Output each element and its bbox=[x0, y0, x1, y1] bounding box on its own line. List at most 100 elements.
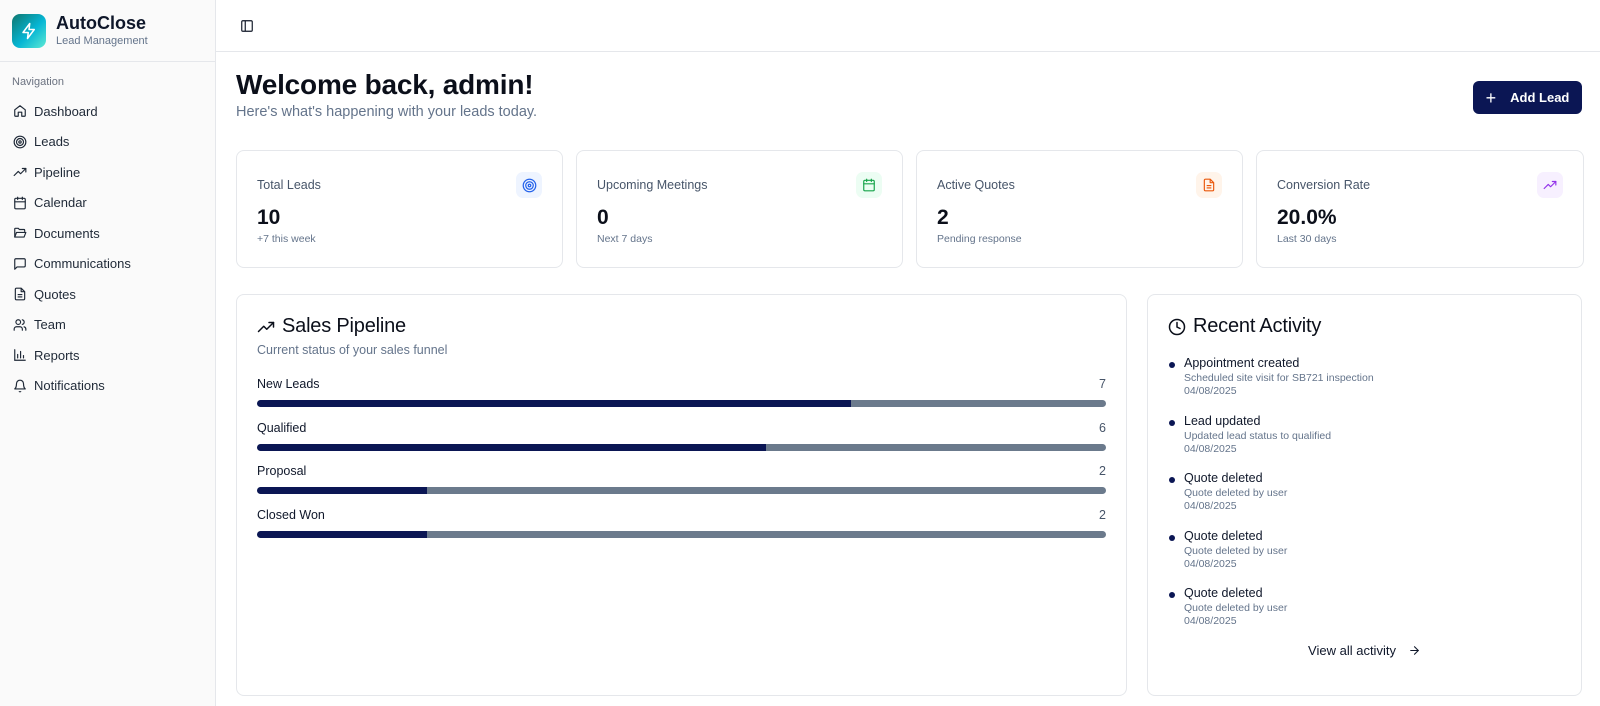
card-title: Recent Activity bbox=[1168, 315, 1321, 338]
sidebar-item-leads[interactable]: Leads bbox=[0, 127, 215, 158]
target-icon bbox=[13, 135, 27, 149]
sidebar-item-label: Notifications bbox=[34, 378, 105, 394]
stat-label: Total Leads bbox=[257, 178, 321, 192]
activity-item-date: 04/08/2025 bbox=[1184, 557, 1237, 570]
activity-item-title: Lead updated bbox=[1184, 413, 1261, 428]
stat-subtext: Pending response bbox=[937, 233, 1022, 245]
bullet-dot bbox=[1169, 419, 1175, 426]
progress-bar bbox=[257, 487, 1106, 494]
main-content: Welcome back, admin! Here's what's happe… bbox=[216, 52, 1600, 706]
sidebar-item-label: Dashboard bbox=[34, 103, 98, 119]
sidebar-item-team[interactable]: Team bbox=[0, 310, 215, 341]
file-text-icon bbox=[1196, 172, 1222, 198]
activity-title: Recent Activity bbox=[1193, 315, 1322, 337]
progress-bar bbox=[257, 530, 1106, 538]
activity-item-description: Quote deleted by user bbox=[1184, 487, 1288, 499]
sidebar-item-documents[interactable]: Documents bbox=[0, 218, 215, 249]
bullet-dot bbox=[1169, 534, 1175, 541]
pipeline-title: Sales Pipeline bbox=[282, 315, 406, 337]
bullet-dot bbox=[1169, 592, 1175, 598]
home-icon bbox=[14, 105, 26, 118]
sidebar-item-label: Quotes bbox=[34, 286, 76, 302]
sidebar-item-reports[interactable]: Reports bbox=[0, 340, 215, 371]
stat-card-upcoming-meetings: Upcoming Meetings 0 Next 7 days bbox=[576, 150, 903, 268]
activity-item: Appointment created Scheduled site visit… bbox=[1168, 356, 1374, 414]
bullet-dot bbox=[1169, 362, 1175, 368]
stat-card-active-quotes: Active Quotes 2 Pending response bbox=[916, 150, 1243, 268]
bar-chart-icon bbox=[14, 349, 26, 362]
progress-bar bbox=[257, 400, 1106, 407]
sidebar-nav: Dashboard Leads Pipeline Calendar Docume… bbox=[0, 96, 215, 401]
stat-subtext: +7 this week bbox=[257, 233, 316, 245]
activity-item: Quote deleted Quote deleted by user 04/0… bbox=[1168, 586, 1374, 644]
stage-label: Proposal bbox=[257, 464, 307, 478]
activity-item: Quote deleted Quote deleted by user 04/0… bbox=[1168, 529, 1374, 587]
pipeline-stage: Proposal 2 bbox=[257, 464, 1106, 494]
sidebar-item-label: Documents bbox=[34, 225, 100, 241]
stat-subtext: Next 7 days bbox=[597, 233, 653, 245]
brand-name: AutoClose bbox=[56, 12, 146, 33]
stat-label: Conversion Rate bbox=[1277, 178, 1371, 192]
stat-value: 2 bbox=[937, 206, 949, 229]
activity-item-date: 04/08/2025 bbox=[1184, 615, 1237, 627]
progress-bar-fill bbox=[257, 487, 427, 494]
stage-label: New Leads bbox=[257, 377, 320, 391]
topbar bbox=[216, 0, 1600, 52]
activity-item-date: 04/08/2025 bbox=[1184, 442, 1237, 455]
stat-label: Upcoming Meetings bbox=[597, 178, 708, 192]
trending-up-icon bbox=[257, 321, 275, 332]
sidebar-item-dashboard[interactable]: Dashboard bbox=[0, 96, 215, 127]
pipeline-stage: Closed Won 2 bbox=[257, 508, 1106, 538]
sidebar-item-quotes[interactable]: Quotes bbox=[0, 279, 215, 310]
activity-item-title: Quote deleted bbox=[1184, 528, 1263, 543]
stat-card-conversion-rate: Conversion Rate 20.0% Last 30 days bbox=[1256, 150, 1584, 268]
sidebar-item-label: Communications bbox=[34, 256, 131, 272]
sales-pipeline-card: Sales Pipeline Current status of your sa… bbox=[236, 294, 1127, 696]
stat-value: 10 bbox=[257, 206, 281, 229]
activity-item-title: Appointment created bbox=[1184, 356, 1300, 370]
users-icon bbox=[13, 318, 27, 331]
bell-icon bbox=[14, 379, 26, 393]
sidebar-item-notifications[interactable]: Notifications bbox=[0, 371, 215, 402]
target-icon bbox=[516, 172, 542, 198]
sidebar-item-label: Team bbox=[34, 317, 66, 333]
bullet-dot bbox=[1169, 477, 1175, 483]
calendar-icon bbox=[856, 172, 882, 198]
stage-count: 7 bbox=[1099, 377, 1106, 391]
panel-left-icon bbox=[241, 20, 253, 32]
trending-up-icon bbox=[1537, 172, 1563, 198]
sidebar-item-label: Reports bbox=[34, 347, 80, 363]
sidebar-toggle-button[interactable] bbox=[236, 15, 258, 37]
add-lead-button[interactable]: + Add Lead bbox=[1473, 81, 1582, 114]
brand-subtitle: Lead Management bbox=[56, 34, 148, 47]
zap-icon bbox=[12, 13, 46, 48]
stat-value: 0 bbox=[597, 206, 609, 229]
activity-item: Quote deleted Quote deleted by user 04/0… bbox=[1168, 471, 1374, 529]
stat-value: 20.0% bbox=[1277, 206, 1337, 229]
sidebar-item-label: Calendar bbox=[34, 195, 87, 211]
progress-bar bbox=[257, 443, 1106, 451]
folder-open-icon bbox=[14, 228, 27, 238]
stage-count: 2 bbox=[1099, 507, 1106, 522]
view-all-activity-link[interactable]: View all activity bbox=[1148, 643, 1581, 658]
page-subtitle: Here's what's happening with your leads … bbox=[236, 104, 538, 120]
activity-item-date: 04/08/2025 bbox=[1184, 385, 1237, 397]
activity-item-title: Quote deleted bbox=[1184, 586, 1263, 600]
sidebar-item-label: Pipeline bbox=[34, 164, 81, 180]
sidebar-item-label: Leads bbox=[34, 134, 70, 150]
recent-activity-card: Recent Activity Appointment created Sche… bbox=[1147, 294, 1582, 696]
stat-subtext: Last 30 days bbox=[1277, 233, 1337, 245]
view-all-label: View all activity bbox=[1308, 643, 1396, 658]
activity-item-date: 04/08/2025 bbox=[1184, 500, 1237, 512]
plus-icon: + bbox=[1485, 87, 1497, 108]
add-lead-label: Add Lead bbox=[1510, 90, 1570, 105]
brand[interactable]: AutoClose Lead Management bbox=[0, 0, 215, 62]
stat-card-total-leads: Total Leads 10 +7 this week bbox=[236, 150, 563, 268]
sidebar-item-communications[interactable]: Communications bbox=[0, 249, 215, 280]
stage-label: Closed Won bbox=[257, 507, 325, 522]
sidebar-item-pipeline[interactable]: Pipeline bbox=[0, 157, 215, 188]
activity-item-description: Quote deleted by user bbox=[1184, 602, 1288, 614]
sidebar-item-calendar[interactable]: Calendar bbox=[0, 188, 215, 219]
pipeline-stage: New Leads 7 bbox=[257, 377, 1106, 407]
stat-label: Active Quotes bbox=[937, 178, 1015, 192]
